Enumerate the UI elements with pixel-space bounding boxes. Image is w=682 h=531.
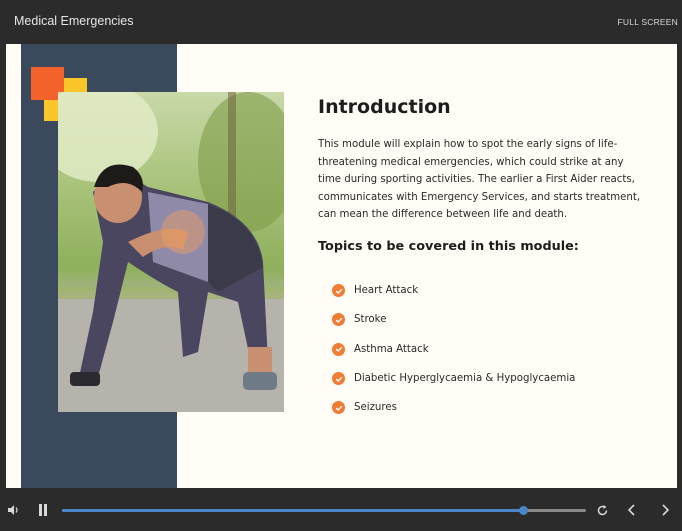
check-circle-icon — [332, 401, 345, 415]
seek-bar[interactable] — [62, 506, 586, 515]
check-circle-icon — [332, 284, 345, 298]
photo-illustration — [58, 92, 284, 412]
chevron-left-icon[interactable] — [624, 502, 640, 518]
list-item: Seizures — [332, 393, 575, 422]
slide-edge — [6, 44, 21, 488]
fullscreen-button[interactable]: FULL SCREEN — [618, 17, 678, 27]
list-item: Heart Attack — [332, 276, 575, 305]
topic-label: Asthma Attack — [354, 343, 429, 355]
topic-label: Seizures — [354, 402, 397, 414]
player-header: Medical Emergencies FULL SCREEN — [0, 0, 682, 44]
list-item: Diabetic Hyperglycaemia & Hypoglycaemia — [332, 364, 575, 393]
course-title: Medical Emergencies — [14, 14, 134, 28]
pause-icon[interactable] — [36, 502, 50, 518]
slide-heading: Introduction — [318, 96, 451, 118]
topics-list: Heart Attack Stroke Asthma Attack Diabet… — [332, 276, 575, 422]
intro-paragraph: This module will explain how to spot the… — [318, 139, 641, 220]
list-item: Asthma Attack — [332, 335, 575, 364]
list-item: Stroke — [332, 305, 575, 334]
check-circle-icon — [332, 313, 345, 327]
seek-progress — [62, 509, 524, 512]
check-circle-icon — [332, 372, 345, 386]
topic-label: Stroke — [354, 314, 387, 326]
athlete-chest-pain-photo — [58, 92, 284, 412]
replay-icon[interactable] — [594, 502, 610, 518]
slide: Introduction This module will explain ho… — [6, 44, 677, 488]
volume-icon[interactable] — [6, 502, 22, 518]
check-circle-icon — [332, 342, 345, 356]
chevron-right-icon[interactable] — [657, 502, 673, 518]
topics-heading: Topics to be covered in this module: — [318, 239, 579, 254]
seek-handle[interactable] — [519, 506, 529, 515]
topic-label: Heart Attack — [354, 285, 419, 297]
player-controls — [0, 488, 682, 531]
topic-label: Diabetic Hyperglycaemia & Hypoglycaemia — [354, 373, 576, 385]
